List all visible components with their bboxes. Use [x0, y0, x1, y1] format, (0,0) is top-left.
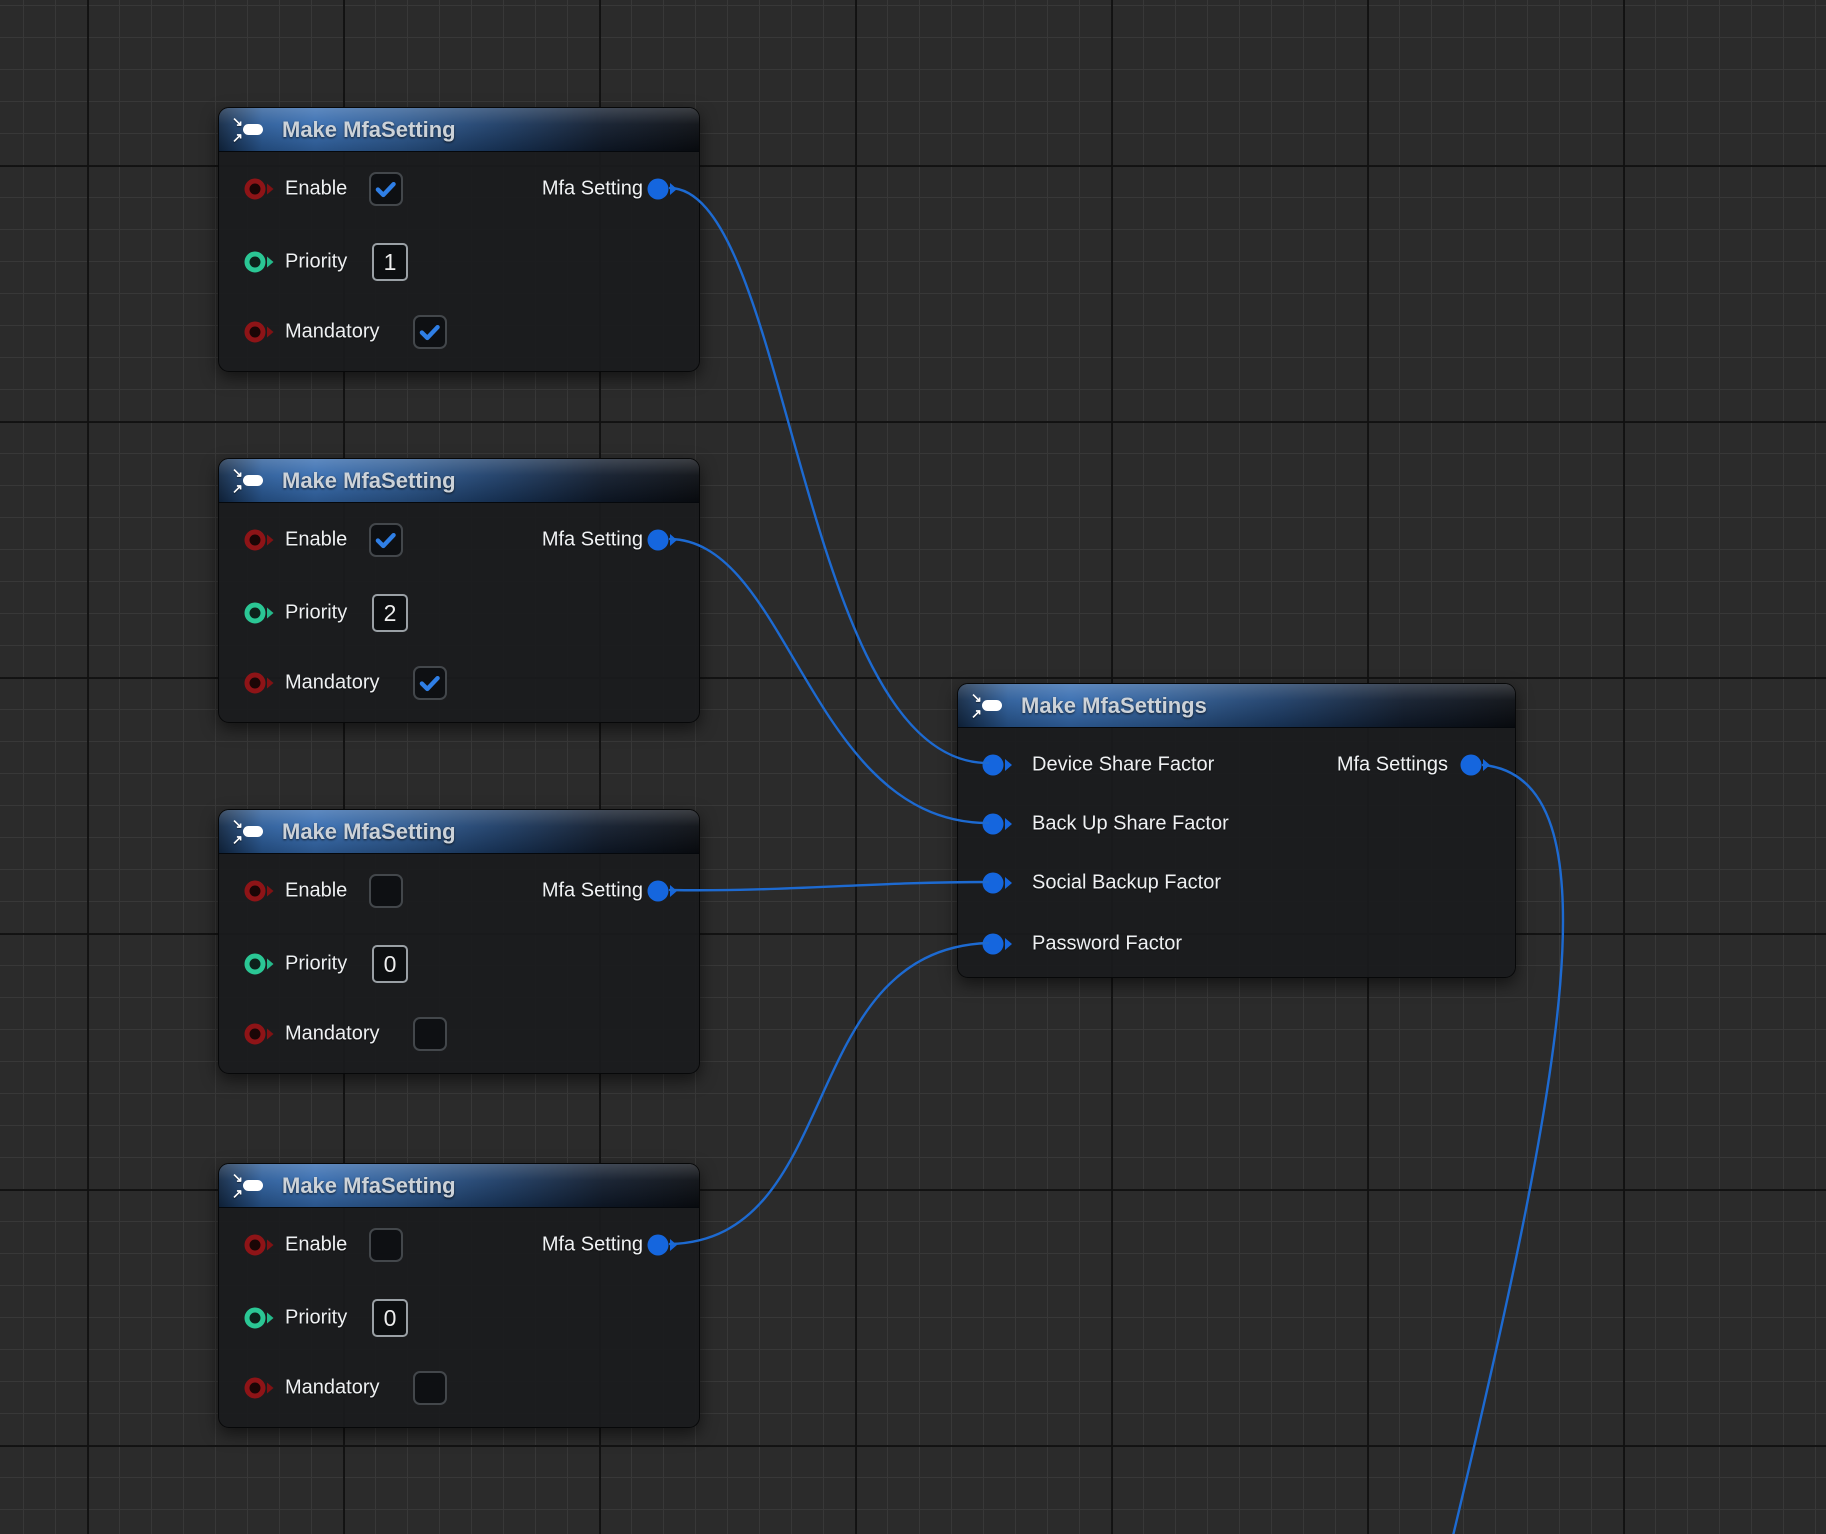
make-struct-icon: ↘↗ — [232, 1170, 268, 1201]
pin-label: Mandatory — [285, 1023, 380, 1046]
node-make-mfasetting-2[interactable]: ↘↗ Make MfaSetting Enable Priority 2 — [218, 458, 700, 723]
pin-label: Priority — [285, 251, 347, 274]
priority-input[interactable]: 0 — [372, 1299, 408, 1337]
int-pin-icon[interactable] — [243, 953, 277, 975]
node-header[interactable]: ↘↗ Make MfaSettings — [958, 684, 1515, 728]
output-pin-label: Mfa Setting — [542, 880, 643, 903]
node-title: Make MfaSetting — [282, 108, 456, 151]
bool-pin-icon[interactable] — [243, 672, 277, 694]
output-pin-label: Mfa Setting — [542, 529, 643, 552]
make-struct-icon: ↘↗ — [971, 690, 1007, 721]
node-make-mfasetting-4[interactable]: ↘↗ Make MfaSetting Enable Priority 0 — [218, 1163, 700, 1428]
pin-label: Mandatory — [285, 672, 380, 695]
node-header[interactable]: ↘↗ Make MfaSetting — [219, 810, 699, 854]
priority-input[interactable]: 1 — [372, 243, 408, 281]
int-pin-icon[interactable] — [243, 251, 277, 273]
pin-label: Back Up Share Factor — [1032, 813, 1229, 836]
wire[interactable] — [670, 943, 988, 1244]
int-pin-icon[interactable] — [243, 1307, 277, 1329]
output-pin-label: Mfa Setting — [542, 178, 643, 201]
pin-label: Mandatory — [285, 321, 380, 344]
bool-pin-icon[interactable] — [243, 321, 277, 343]
pin-label: Password Factor — [1032, 933, 1182, 956]
pin-label: Social Backup Factor — [1032, 872, 1221, 895]
output-pin-label: Mfa Settings — [1337, 754, 1448, 777]
node-header[interactable]: ↘↗ Make MfaSetting — [219, 1164, 699, 1208]
blueprint-graph-canvas[interactable]: ↘↗ Make MfaSetting Enable Priority 1 — [0, 0, 1826, 1534]
pin-label: Mandatory — [285, 1377, 380, 1400]
mandatory-checkbox[interactable] — [413, 315, 447, 349]
pin-label: Priority — [285, 953, 347, 976]
priority-input[interactable]: 2 — [372, 594, 408, 632]
wire[interactable] — [670, 188, 988, 763]
node-make-mfasetting-3[interactable]: ↘↗ Make MfaSetting Enable Priority 0 — [218, 809, 700, 1074]
mandatory-checkbox[interactable] — [413, 1017, 447, 1051]
mandatory-checkbox[interactable] — [413, 666, 447, 700]
make-struct-icon: ↘↗ — [232, 114, 268, 145]
node-header[interactable]: ↘↗ Make MfaSetting — [219, 108, 699, 152]
wire[interactable] — [670, 539, 988, 823]
pin-label: Priority — [285, 602, 347, 625]
node-make-mfasettings[interactable]: ↘↗ Make MfaSettings Device Share Factor … — [957, 683, 1516, 978]
node-title: Make MfaSetting — [282, 1164, 456, 1207]
node-title: Make MfaSetting — [282, 810, 456, 853]
output-pin-label: Mfa Setting — [542, 1234, 643, 1257]
node-header[interactable]: ↘↗ Make MfaSetting — [219, 459, 699, 503]
bool-pin-icon[interactable] — [243, 1377, 277, 1399]
node-title: Make MfaSettings — [1021, 684, 1207, 727]
node-make-mfasetting-1[interactable]: ↘↗ Make MfaSetting Enable Priority 1 — [218, 107, 700, 372]
make-struct-icon: ↘↗ — [232, 816, 268, 847]
mandatory-checkbox[interactable] — [413, 1371, 447, 1405]
bool-pin-icon[interactable] — [243, 1023, 277, 1045]
wire[interactable] — [670, 882, 988, 890]
int-pin-icon[interactable] — [243, 602, 277, 624]
make-struct-icon: ↘↗ — [232, 465, 268, 496]
node-title: Make MfaSetting — [282, 459, 456, 502]
priority-input[interactable]: 0 — [372, 945, 408, 983]
pin-label: Priority — [285, 1307, 347, 1330]
